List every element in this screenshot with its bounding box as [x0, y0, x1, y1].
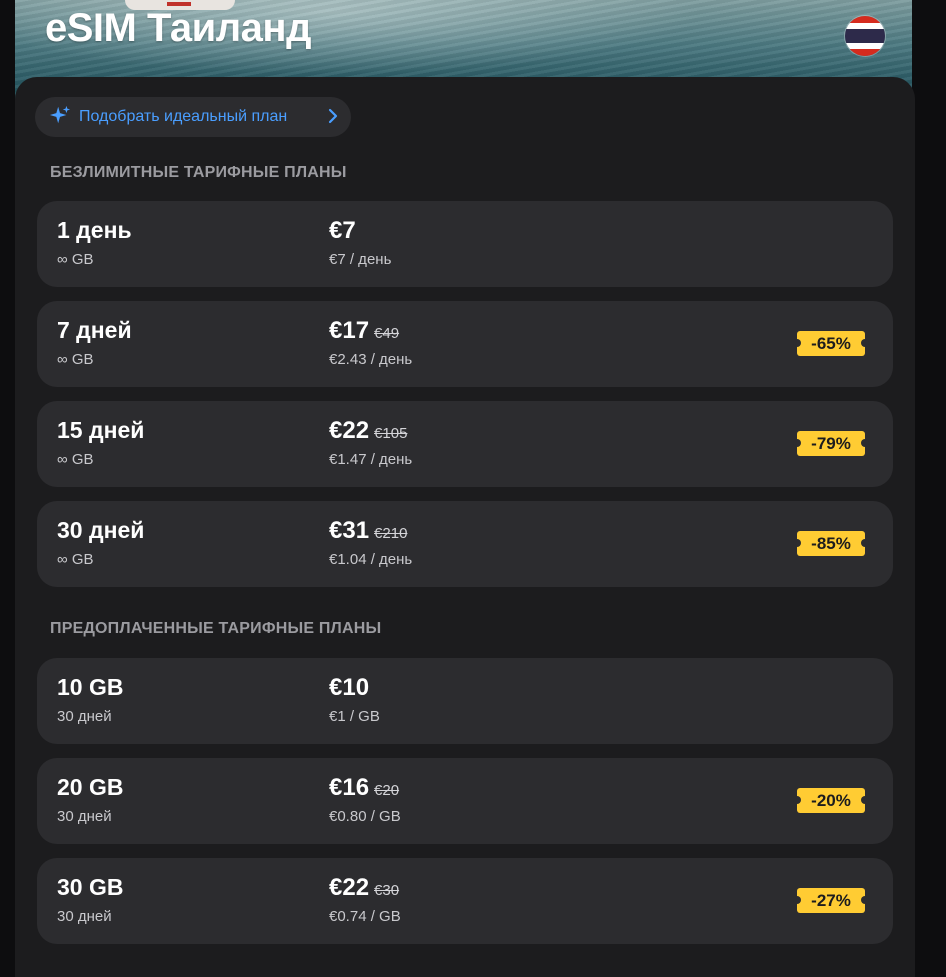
plan-price: €10	[329, 674, 374, 702]
pick-plan-button[interactable]: Подобрать идеальный план	[35, 97, 351, 137]
unit-price: €1 / GB	[329, 708, 380, 725]
price-value: €17	[329, 317, 370, 344]
old-price: €20	[374, 782, 400, 799]
unit-price: €2.43 / день	[329, 351, 413, 368]
plan-name: 1 день	[57, 217, 132, 243]
unit-price: €1.04 / день	[329, 551, 413, 568]
plan-data: ∞ GB	[57, 451, 94, 468]
section-title-prepaid: ПРЕДОПЛАЧЕННЫЕ ТАРИФНЫЕ ПЛАНЫ	[50, 620, 382, 637]
price-value: €22	[329, 874, 370, 901]
unit-price: €0.80 / GB	[329, 808, 401, 825]
plan-price: €16 €20	[329, 774, 399, 802]
plan-data: ∞ GB	[57, 551, 94, 568]
unit-price: €7 / день	[329, 251, 392, 268]
plan-card[interactable]: 7 дней ∞ GB €17 €49 €2.43 / день -65%	[37, 301, 893, 387]
discount-badge: -65%	[793, 331, 869, 356]
plan-name: 7 дней	[57, 317, 132, 343]
plan-name: 15 дней	[57, 417, 145, 443]
unit-price: €0.74 / GB	[329, 908, 401, 925]
plan-card[interactable]: 1 день ∞ GB €7 €7 / день	[37, 201, 893, 287]
plan-data: ∞ GB	[57, 251, 94, 268]
plan-validity: 30 дней	[57, 908, 112, 925]
pick-plan-label: Подобрать идеальный план	[79, 108, 288, 125]
plan-name: 10 GB	[57, 674, 124, 700]
discount-badge: -79%	[793, 431, 869, 456]
price-value: €16	[329, 774, 370, 801]
plan-card[interactable]: 15 дней ∞ GB €22 €105 €1.47 / день -79%	[37, 401, 893, 487]
sparkle-icon	[49, 104, 71, 131]
plan-validity: 30 дней	[57, 708, 112, 725]
plan-name: 30 GB	[57, 874, 124, 900]
old-price: €49	[374, 325, 400, 342]
thailand-flag-icon	[845, 16, 885, 56]
plan-card[interactable]: 20 GB 30 дней €16 €20 €0.80 / GB -20%	[37, 758, 893, 844]
plan-name: 20 GB	[57, 774, 124, 800]
plan-card[interactable]: 30 GB 30 дней €22 €30 €0.74 / GB -27%	[37, 858, 893, 944]
plan-price: €31 €210	[329, 517, 407, 545]
old-price: €30	[374, 882, 400, 899]
chevron-right-icon	[327, 107, 339, 130]
price-value: €22	[329, 417, 370, 444]
discount-badge: -85%	[793, 531, 869, 556]
price-value: €10	[329, 674, 370, 701]
page-title: eSIM Таиланд	[45, 6, 311, 50]
discount-badge: -20%	[793, 788, 869, 813]
discount-badge: -27%	[793, 888, 869, 913]
section-title-unlimited: БЕЗЛИМИТНЫЕ ТАРИФНЫЕ ПЛАНЫ	[50, 164, 347, 181]
price-value: €31	[329, 517, 370, 544]
plan-price: €7	[329, 217, 361, 245]
plan-price: €17 €49	[329, 317, 399, 345]
price-value: €7	[329, 217, 356, 244]
plan-price: €22 €105	[329, 417, 407, 445]
plan-card[interactable]: 30 дней ∞ GB €31 €210 €1.04 / день -85%	[37, 501, 893, 587]
plan-name: 30 дней	[57, 517, 145, 543]
old-price: €105	[374, 425, 408, 442]
plan-price: €22 €30	[329, 874, 399, 902]
plan-card[interactable]: 10 GB 30 дней €10 €1 / GB	[37, 658, 893, 744]
unit-price: €1.47 / день	[329, 451, 413, 468]
plan-validity: 30 дней	[57, 808, 112, 825]
plan-data: ∞ GB	[57, 351, 94, 368]
old-price: €210	[374, 525, 408, 542]
